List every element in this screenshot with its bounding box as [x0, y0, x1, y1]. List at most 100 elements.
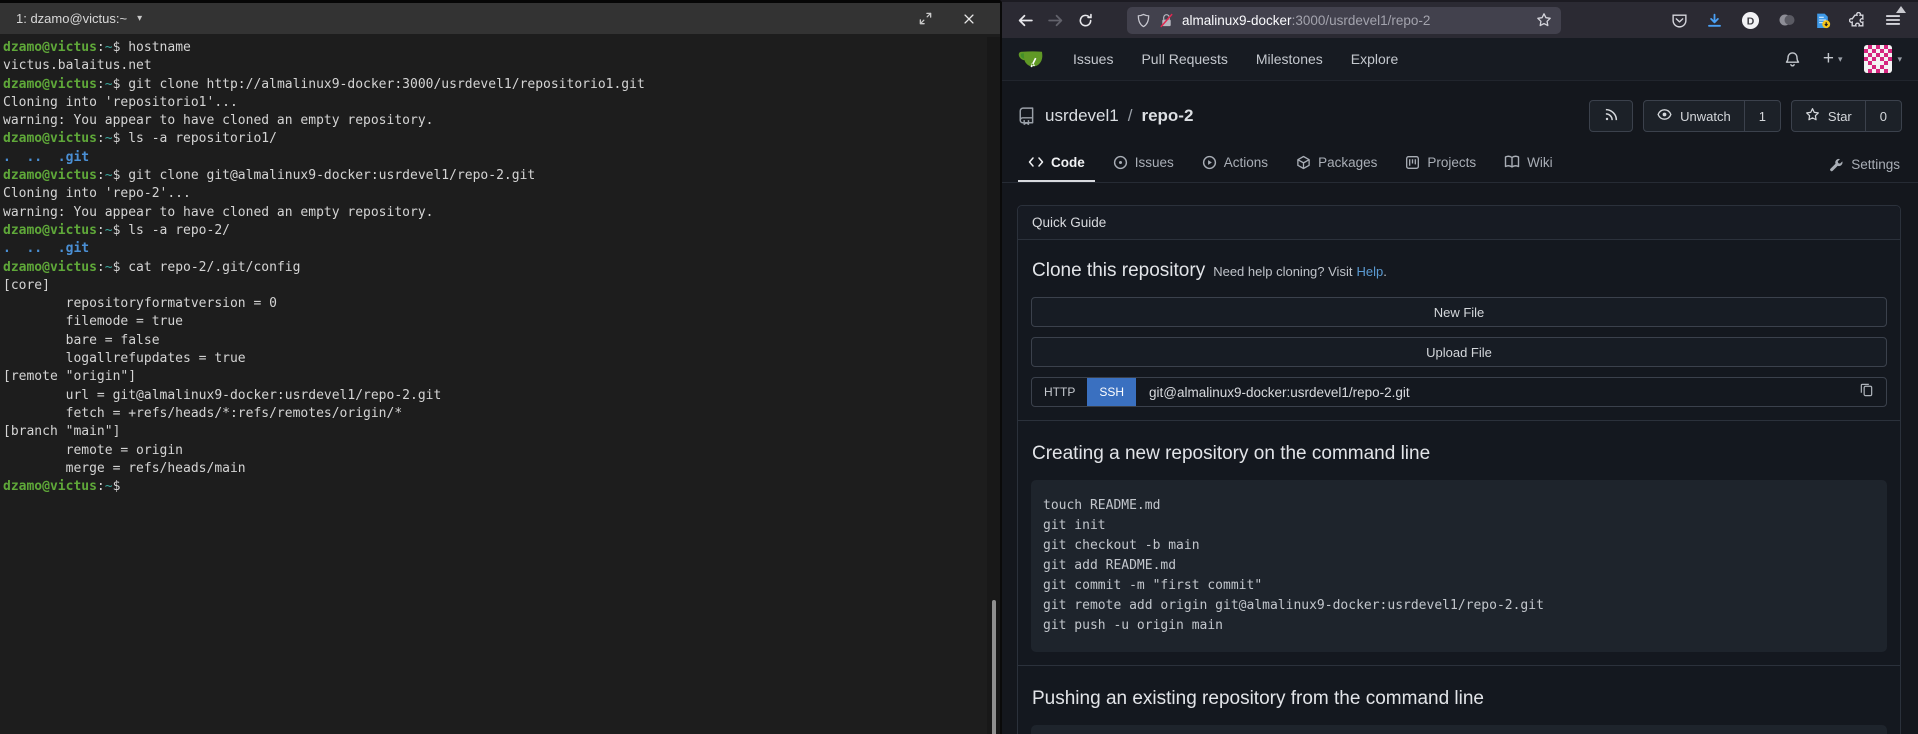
unwatch-label: Unwatch: [1680, 109, 1731, 124]
nav-item-pull-requests[interactable]: Pull Requests: [1141, 51, 1227, 67]
avatar-caret-icon: ▾: [1897, 54, 1902, 65]
nav-item-issues[interactable]: Issues: [1073, 51, 1113, 67]
rss-feed-button[interactable]: [1589, 100, 1633, 132]
url-host: almalinux9-docker: [1182, 13, 1292, 28]
watchers-count[interactable]: 1: [1744, 101, 1780, 131]
gitea-logo-icon[interactable]: [1018, 45, 1047, 74]
code-line: git add README.md: [1043, 556, 1875, 576]
create-code-block: touch README.mdgit initgit checkout -b m…: [1031, 480, 1887, 652]
repo-tabs: Code Issues Actions Packages Projects Wiki Se…: [1002, 144, 1918, 183]
terminal-line: dzamo@victus:~$: [3, 478, 1000, 496]
code-line: git commit -m "first commit": [1043, 576, 1875, 596]
menu-hamburger-icon[interactable]: [1884, 11, 1902, 29]
stars-count[interactable]: 0: [1865, 101, 1901, 131]
terminal-line: dzamo@victus:~$ cat repo-2/.git/config: [3, 259, 1000, 277]
code-icon: [1028, 154, 1044, 170]
settings-label: Settings: [1851, 157, 1900, 172]
downloads-icon[interactable]: [1706, 12, 1723, 29]
privacy-circles-extension-icon[interactable]: [1778, 11, 1796, 29]
terminal-line: dzamo@victus:~$ git clone git@almalinux9…: [3, 167, 1000, 185]
repo-name-link[interactable]: repo-2: [1141, 106, 1193, 126]
notifications-bell-icon[interactable]: [1784, 51, 1801, 68]
terminal-title-caret-icon[interactable]: ▾: [137, 13, 142, 24]
url-path: :3000/usrdevel1/repo-2: [1292, 13, 1431, 28]
extensions-puzzle-icon[interactable]: [1849, 12, 1866, 29]
star-button[interactable]: Star: [1792, 101, 1865, 131]
tab-actions[interactable]: Actions: [1192, 144, 1278, 182]
tab-label: Actions: [1224, 155, 1268, 170]
terminal-line: dzamo@victus:~$ git clone http://almalin…: [3, 76, 1000, 94]
push-heading: Pushing an existing repository from the …: [1032, 688, 1886, 710]
terminal-line: logallrefupdates = true: [3, 350, 1000, 368]
code-line: touch README.md: [1043, 496, 1875, 516]
duckduckgo-extension-icon[interactable]: D: [1741, 11, 1760, 30]
star-button-group: Star 0: [1791, 100, 1902, 132]
tab-projects[interactable]: Projects: [1395, 144, 1486, 182]
code-line: git checkout -b main: [1043, 536, 1875, 556]
copy-url-button[interactable]: [1846, 378, 1886, 406]
back-icon[interactable]: [1010, 6, 1040, 34]
insecure-lock-icon[interactable]: [1159, 13, 1174, 28]
reload-icon[interactable]: [1070, 6, 1100, 34]
nav-item-milestones[interactable]: Milestones: [1256, 51, 1323, 67]
terminal-window-controls: [916, 10, 984, 28]
http-protocol-button[interactable]: HTTP: [1032, 378, 1087, 406]
shield-icon[interactable]: [1136, 13, 1151, 28]
tab-code[interactable]: Code: [1018, 144, 1095, 182]
unwatch-button[interactable]: Unwatch: [1644, 101, 1744, 131]
gitea-nav-right: + ▾: [1784, 45, 1902, 73]
close-window-icon[interactable]: [960, 10, 978, 28]
code-line: git init: [1043, 516, 1875, 536]
create-new-button[interactable]: + ▾: [1823, 48, 1843, 70]
terminal-line: dzamo@victus:~$ hostname: [3, 39, 1000, 57]
terminal-titlebar[interactable]: 1: dzamo@victus:~ ▾: [0, 3, 1000, 34]
help-period: .: [1383, 264, 1387, 279]
menu-update-badge: [1896, 6, 1906, 13]
new-file-button[interactable]: New File: [1031, 297, 1887, 327]
tab-label: Projects: [1427, 155, 1476, 170]
gitea-page: Issues Pull Requests Milestones Explore + ▾: [1002, 38, 1918, 734]
clone-url-bar: HTTP SSH git@almalinux9-docker:usrdevel1…: [1031, 377, 1887, 407]
code-line: git push -u origin main: [1043, 616, 1875, 636]
repo-owner-link[interactable]: usrdevel1: [1045, 106, 1119, 126]
tab-wiki[interactable]: Wiki: [1494, 144, 1563, 182]
terminal-line: merge = refs/heads/main: [3, 460, 1000, 478]
terminal-scrollbar[interactable]: [987, 37, 1000, 734]
terminal-line: [remote "origin"]: [3, 368, 1000, 386]
nav-item-explore[interactable]: Explore: [1351, 51, 1398, 67]
help-link[interactable]: Help: [1356, 264, 1383, 279]
watch-button-group: Unwatch 1: [1643, 100, 1781, 132]
url-bar[interactable]: almalinux9-docker:3000/usrdevel1/repo-2: [1127, 7, 1561, 34]
tab-issues[interactable]: Issues: [1103, 144, 1184, 182]
upload-file-button[interactable]: Upload File: [1031, 337, 1887, 367]
download-helper-extension-icon[interactable]: [1814, 12, 1831, 29]
rss-icon: [1604, 107, 1619, 125]
clone-url-input[interactable]: git@almalinux9-docker:usrdevel1/repo-2.g…: [1136, 378, 1846, 406]
bookmark-star-icon[interactable]: [1536, 12, 1552, 28]
svg-text:D: D: [1747, 16, 1755, 27]
repo-book-icon: [1018, 107, 1036, 125]
pocket-icon[interactable]: [1671, 12, 1688, 29]
tab-packages[interactable]: Packages: [1286, 144, 1387, 182]
copy-icon: [1859, 382, 1874, 402]
tab-settings[interactable]: Settings: [1827, 147, 1902, 182]
terminal-line: filemode = true: [3, 313, 1000, 331]
repo-title: usrdevel1 / repo-2: [1018, 106, 1193, 126]
avatar: [1864, 45, 1892, 73]
terminal-line: bare = false: [3, 332, 1000, 350]
forward-icon[interactable]: [1040, 6, 1070, 34]
terminal-line: . .. .git: [3, 240, 1000, 258]
terminal-line: [core]: [3, 277, 1000, 295]
terminal-output: dzamo@victus:~$ hostnamevictus.balaitus.…: [0, 34, 1000, 496]
tab-label: Issues: [1135, 155, 1174, 170]
terminal-line: . .. .git: [3, 149, 1000, 167]
repo-separator: /: [1128, 106, 1133, 126]
terminal-window: 1: dzamo@victus:~ ▾ dzamo@victus:~$ host…: [0, 0, 1000, 734]
terminal-scrollbar-thumb[interactable]: [992, 600, 996, 734]
user-avatar-menu[interactable]: ▾: [1864, 45, 1902, 73]
terminal-line: url = git@almalinux9-docker:usrdevel1/re…: [3, 387, 1000, 405]
ssh-protocol-button[interactable]: SSH: [1087, 378, 1136, 406]
url-text[interactable]: almalinux9-docker:3000/usrdevel1/repo-2: [1182, 13, 1430, 28]
plus-icon: +: [1823, 48, 1834, 70]
restore-window-icon[interactable]: [916, 10, 934, 28]
